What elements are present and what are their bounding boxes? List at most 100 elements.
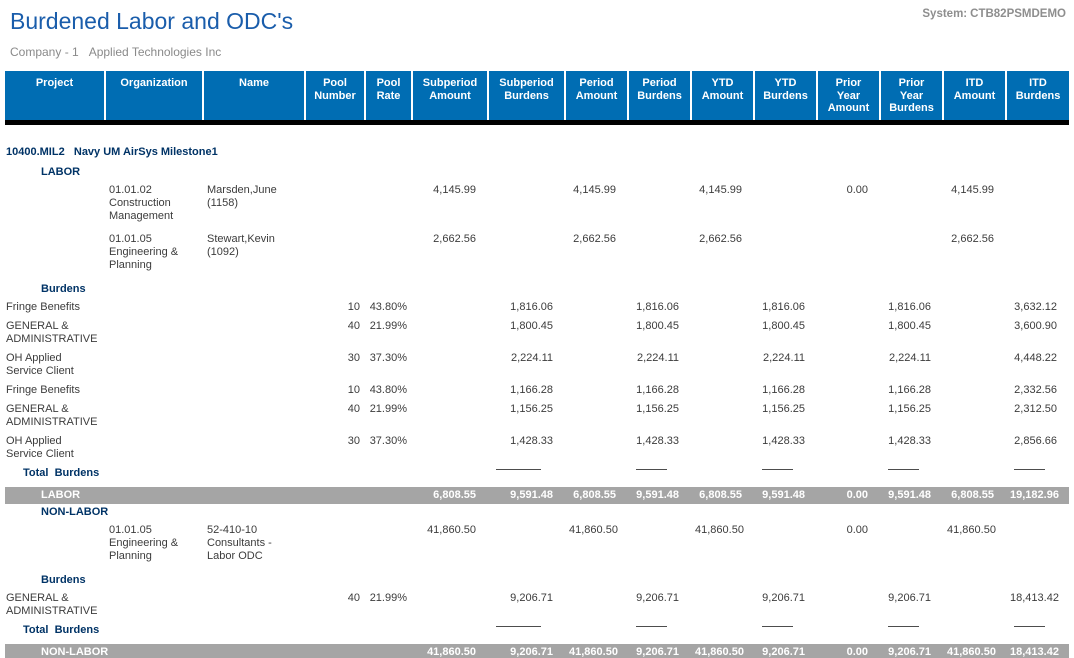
amount-cell: 9,206.71	[754, 644, 817, 658]
amount-cell: 1,800.45	[488, 319, 565, 351]
cell	[412, 466, 488, 487]
report-header: Burdened Labor and ODC's System:CTB82PSM…	[0, 0, 1074, 59]
column-header: Subperiod Amount	[412, 71, 488, 120]
amount-cell	[943, 319, 1006, 351]
row-label: Total Burdens	[5, 466, 412, 487]
row-label: NON-LABOR	[5, 504, 1069, 523]
amount-cell	[412, 319, 488, 351]
amount-cell	[412, 383, 488, 402]
system-info: System:CTB82PSMDEMO	[919, 8, 1066, 20]
amount-cell	[817, 351, 880, 383]
amount-cell: 9,591.48	[628, 487, 691, 504]
amount-cell: 1,816.06	[488, 300, 565, 319]
section-row: LABOR	[5, 164, 1069, 183]
total-rule	[636, 626, 667, 627]
text-cell: GENERAL & ADMINISTRATIVE	[5, 402, 105, 434]
amount-cell	[880, 523, 943, 572]
project-row: 10400.MIL2 Navy UM AirSys Milestone1	[5, 143, 1069, 164]
amount-cell	[565, 402, 628, 434]
amount-cell: 21.99%	[365, 319, 412, 351]
column-header: Organization	[105, 71, 203, 120]
amount-cell: 1,166.28	[754, 383, 817, 402]
text-cell	[203, 434, 305, 466]
amount-cell: 9,206.71	[880, 591, 943, 623]
cell	[817, 623, 880, 644]
total-burdens-row: Total Burdens	[5, 466, 1069, 487]
amount-cell: 1,156.25	[628, 402, 691, 434]
amount-cell: 0.00	[817, 644, 880, 658]
amount-cell: 43.80%	[365, 300, 412, 319]
amount-cell	[691, 591, 754, 623]
text-cell	[105, 402, 203, 434]
amount-cell: 2,224.11	[754, 351, 817, 383]
spacer	[5, 125, 1069, 143]
amount-cell	[488, 232, 565, 281]
text-cell	[5, 183, 105, 232]
amount-cell	[943, 434, 1006, 466]
amount-cell: 41,860.50	[943, 644, 1006, 658]
column-header: Pool Number	[305, 71, 365, 120]
summary-row: LABOR6,808.559,591.486,808.559,591.486,8…	[5, 487, 1069, 504]
burdens-header-row: Burdens	[5, 572, 1069, 591]
column-header: Subperiod Burdens	[488, 71, 565, 120]
amount-cell: 2,224.11	[488, 351, 565, 383]
text-cell: 01.01.05 Engineering & Planning	[105, 232, 203, 281]
burden-row: GENERAL & ADMINISTRATIVE4021.99%1,156.25…	[5, 402, 1069, 434]
amount-cell: 1,166.28	[628, 383, 691, 402]
amount-cell	[691, 351, 754, 383]
total-rule	[762, 626, 793, 627]
amount-cell	[628, 523, 691, 572]
amount-cell: 41,860.50	[412, 523, 488, 572]
amount-cell: 3,632.12	[1006, 300, 1069, 319]
amount-cell: 1,166.28	[488, 383, 565, 402]
text-cell	[203, 351, 305, 383]
text-cell	[105, 383, 203, 402]
amount-cell	[691, 402, 754, 434]
amount-cell: 41,860.50	[691, 644, 754, 658]
text-cell	[203, 300, 305, 319]
amount-cell: 9,206.71	[488, 644, 565, 658]
text-cell	[5, 232, 105, 281]
amount-cell: 37.30%	[365, 351, 412, 383]
amount-cell: 9,206.71	[628, 591, 691, 623]
amount-cell	[943, 402, 1006, 434]
column-header: Period Burdens	[628, 71, 691, 120]
amount-cell: 4,145.99	[565, 183, 628, 232]
amount-cell: 41,860.50	[943, 523, 1006, 572]
company-line: Company - 1Applied Technologies Inc	[10, 46, 1064, 59]
amount-cell: 19,182.96	[1006, 487, 1069, 504]
total-rule	[496, 469, 541, 470]
amount-cell	[1006, 183, 1069, 232]
amount-cell: 1,816.06	[628, 300, 691, 319]
report-page: Burdened Labor and ODC's System:CTB82PSM…	[0, 0, 1074, 658]
text-cell: 01.01.05 Engineering & Planning	[105, 523, 203, 572]
amount-cell: 2,662.56	[412, 232, 488, 281]
amount-cell: 43.80%	[365, 383, 412, 402]
amount-cell	[565, 591, 628, 623]
text-cell: 01.01.02 Construction Management	[105, 183, 203, 232]
total-rule-cell	[880, 466, 943, 487]
cell	[817, 466, 880, 487]
total-rule	[762, 469, 793, 470]
amount-cell	[565, 319, 628, 351]
row-label: Burdens	[5, 572, 1069, 591]
amount-cell: 3,600.90	[1006, 319, 1069, 351]
text-cell	[203, 402, 305, 434]
text-cell: Fringe Benefits	[5, 383, 105, 402]
amount-cell: 9,206.71	[754, 591, 817, 623]
amount-cell: 9,206.71	[628, 644, 691, 658]
amount-cell: 9,591.48	[488, 487, 565, 504]
amount-cell: 0.00	[817, 487, 880, 504]
amount-cell	[565, 300, 628, 319]
amount-cell: 0.00	[817, 523, 880, 572]
amount-cell: 2,224.11	[628, 351, 691, 383]
amount-cell	[412, 300, 488, 319]
amount-cell: 6,808.55	[412, 487, 488, 504]
amount-cell: 4,448.22	[1006, 351, 1069, 383]
text-cell	[203, 383, 305, 402]
company-name: Applied Technologies Inc	[89, 45, 222, 59]
report-table: ProjectOrganizationNamePool NumberPool R…	[5, 71, 1069, 658]
text-cell	[105, 351, 203, 383]
amount-cell	[488, 183, 565, 232]
row-label: NON-LABOR	[5, 644, 412, 658]
